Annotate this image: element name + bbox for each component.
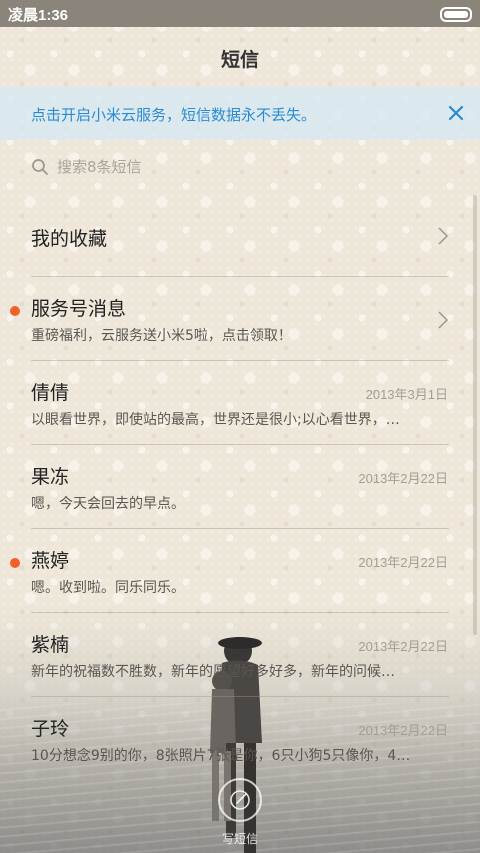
page-title: 短信 bbox=[220, 49, 259, 71]
banner-text[interactable]: 点击开启小米云服务，短信数据永不丢失。 bbox=[31, 104, 316, 125]
message-date: 2013年2月22日 bbox=[358, 723, 448, 738]
message-date: 2013年2月22日 bbox=[358, 471, 448, 486]
contact-name: 燕婷 bbox=[31, 550, 70, 572]
close-icon[interactable] bbox=[444, 101, 468, 125]
message-date: 2013年2月22日 bbox=[358, 555, 448, 570]
message-snippet: 以眼看世界，即使站的最高，世界还是很小;以心看世界，… bbox=[31, 412, 400, 428]
search-icon bbox=[32, 159, 48, 175]
title-bar: 短信 bbox=[0, 27, 480, 87]
service-messages-row[interactable]: 服务号消息 重磅福利，云服务送小米5啦，点击领取！ bbox=[0, 277, 480, 361]
service-snippet: 重磅福利，云服务送小米5啦，点击领取！ bbox=[31, 328, 292, 344]
compose-circle[interactable] bbox=[218, 778, 262, 822]
compose-button[interactable]: 写短信 bbox=[215, 778, 265, 848]
conversation-list: 我的收藏 服务号消息 重磅福利，云服务送小米5啦，点击领取！ 倩倩 2013年3… bbox=[0, 193, 480, 781]
unread-dot bbox=[10, 558, 20, 568]
unread-dot bbox=[10, 306, 20, 316]
search-input[interactable] bbox=[57, 154, 417, 180]
conversation-row[interactable]: 子玲 2013年2月22日 10分想念9别的你，8张照片7张是你，6只小狗5只像… bbox=[0, 697, 480, 781]
battery-icon bbox=[440, 7, 472, 22]
conversation-row[interactable]: 倩倩 2013年3月1日 以眼看世界，即使站的最高，世界还是很小;以心看世界，… bbox=[0, 361, 480, 445]
contact-name: 紫楠 bbox=[31, 634, 70, 656]
message-date: 2013年2月22日 bbox=[358, 639, 448, 654]
conversation-row[interactable]: 果冻 2013年2月22日 嗯，今天会回去的早点。 bbox=[0, 445, 480, 529]
favorites-row[interactable]: 我的收藏 bbox=[0, 193, 480, 277]
contact-name: 子玲 bbox=[31, 718, 70, 740]
conversation-row[interactable]: 紫楠 2013年2月22日 新年的祝福数不胜数，新年的愿望好多好多，新年的问候… bbox=[0, 613, 480, 697]
message-snippet: 嗯，今天会回去的早点。 bbox=[31, 496, 185, 512]
contact-name: 倩倩 bbox=[31, 382, 70, 404]
message-snippet: 10分想念9别的你，8张照片7张是你，6只小狗5只像你，4… bbox=[31, 748, 411, 764]
search-bar[interactable] bbox=[31, 150, 451, 184]
status-time: 凌晨1:36 bbox=[8, 7, 69, 24]
contact-name: 果冻 bbox=[31, 466, 70, 488]
message-date: 2013年3月1日 bbox=[365, 387, 448, 402]
conversation-row[interactable]: 燕婷 2013年2月22日 嗯。收到啦。同乐同乐。 bbox=[0, 529, 480, 613]
compose-label[interactable]: 写短信 bbox=[215, 830, 265, 847]
message-snippet: 新年的祝福数不胜数，新年的愿望好多好多，新年的问候… bbox=[31, 664, 395, 680]
favorites-label: 我的收藏 bbox=[31, 228, 108, 250]
cloud-service-banner[interactable]: 点击开启小米云服务，短信数据永不丢失。 bbox=[0, 87, 480, 140]
message-snippet: 嗯。收到啦。同乐同乐。 bbox=[31, 580, 185, 596]
status-bar: 凌晨1:36 bbox=[0, 0, 480, 27]
service-name: 服务号消息 bbox=[31, 298, 127, 320]
compose-icon bbox=[230, 790, 250, 810]
chevron-right-icon bbox=[438, 227, 448, 245]
